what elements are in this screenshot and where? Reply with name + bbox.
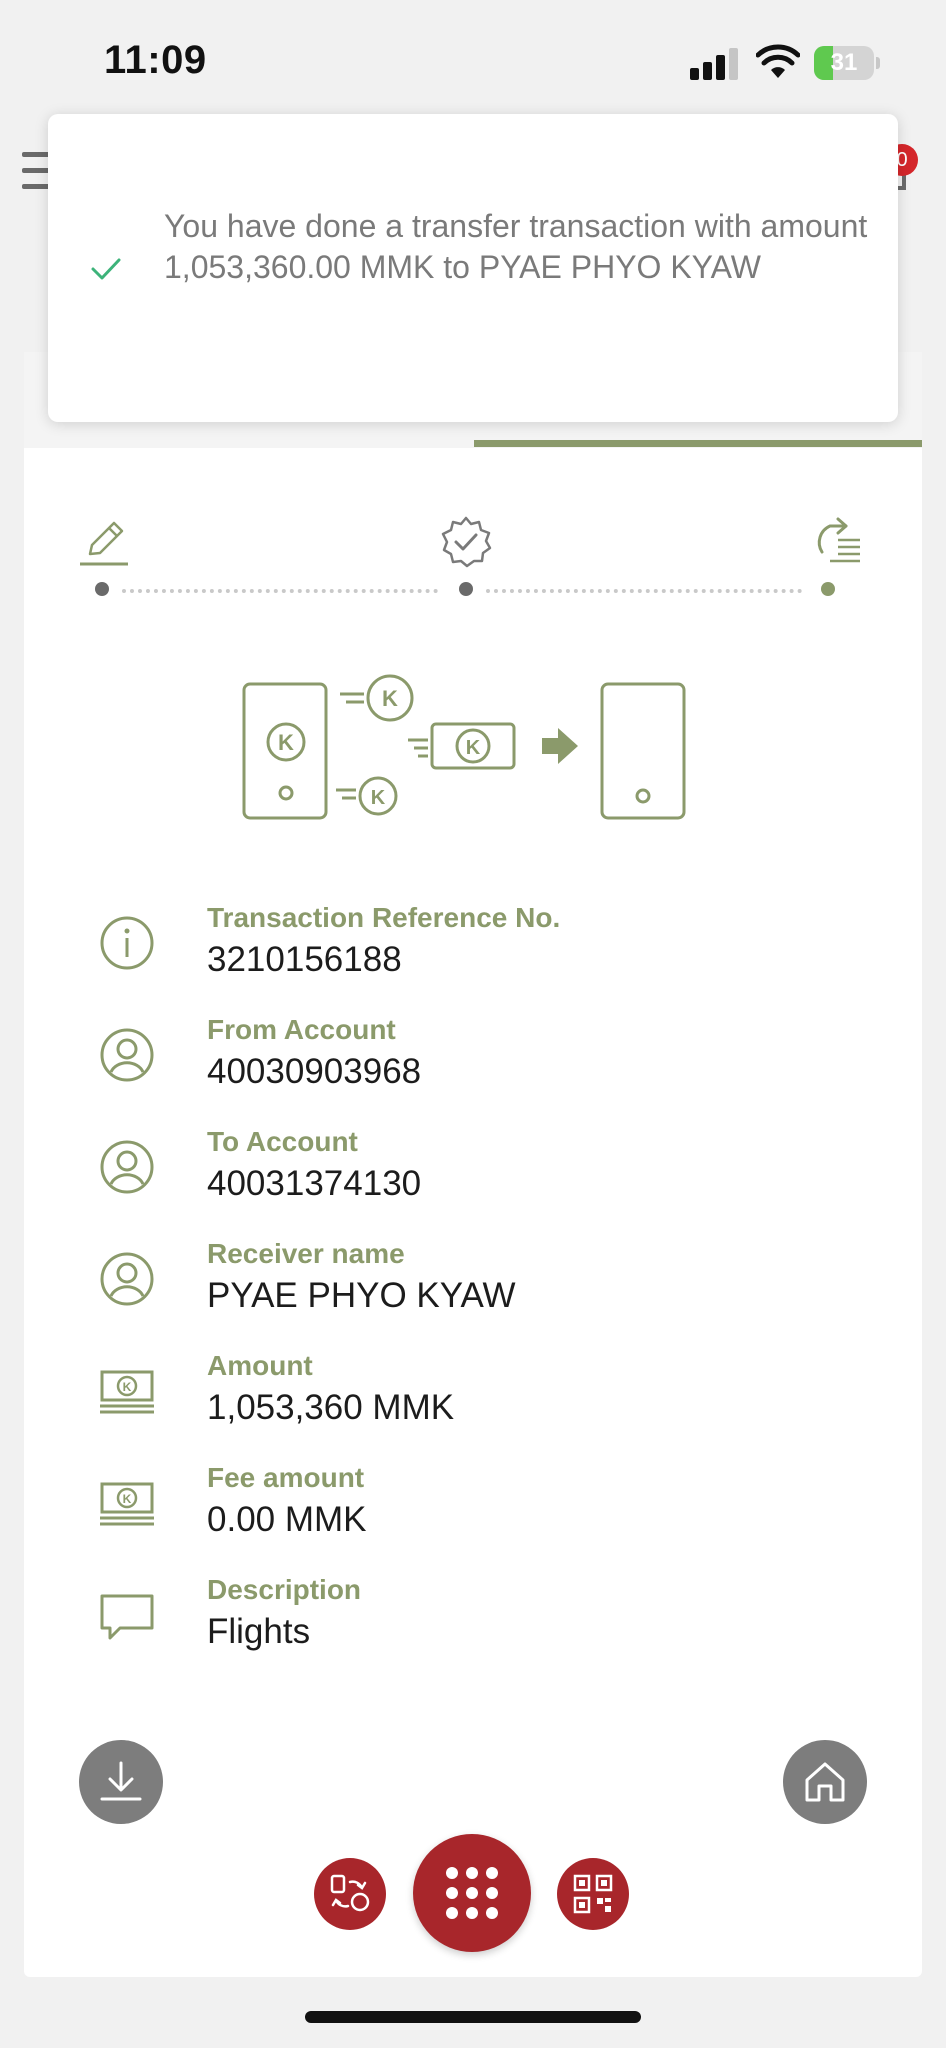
reference-label: Transaction Reference No.	[207, 902, 561, 933]
receiver-name-label: Receiver name	[207, 1238, 405, 1269]
to-account-label: To Account	[207, 1126, 358, 1157]
transfer-icon	[330, 1874, 370, 1912]
home-button[interactable]	[783, 1740, 867, 1824]
success-toast[interactable]: You have done a transfer transaction wit…	[48, 114, 898, 422]
grid-menu-icon	[446, 1867, 498, 1919]
step-connector-2	[486, 589, 802, 593]
step-connector-1	[122, 589, 438, 593]
cellular-signal-icon	[690, 48, 740, 80]
status-time: 11:09	[104, 38, 207, 82]
transfer-button[interactable]	[314, 1858, 386, 1930]
active-tab-indicator	[474, 440, 922, 447]
from-account-value: 40030903968	[207, 1052, 422, 1091]
svg-text:K: K	[466, 737, 481, 759]
transaction-card	[24, 352, 922, 1977]
wifi-icon	[756, 44, 800, 78]
to-account-value: 40031374130	[207, 1164, 422, 1203]
qr-code-icon	[573, 1874, 613, 1914]
transfer-illustration: K K K K	[242, 674, 686, 820]
svg-text:K: K	[123, 1380, 132, 1394]
qr-scan-button[interactable]	[557, 1858, 629, 1930]
amount-value: 1,053,360 MMK	[207, 1388, 455, 1427]
verified-badge-icon	[441, 516, 492, 568]
step-dot-1	[95, 582, 109, 596]
status-bar: 11:09 31	[0, 0, 946, 110]
amount-label: Amount	[207, 1350, 313, 1381]
pencil-icon	[80, 521, 128, 566]
home-indicator[interactable]	[305, 2011, 641, 2023]
main-menu-button[interactable]	[413, 1834, 531, 1952]
reference-value: 3210156188	[207, 940, 402, 979]
comment-icon	[100, 1594, 154, 1640]
user-icon	[100, 1028, 154, 1082]
description-label: Description	[207, 1574, 362, 1605]
svg-text:K: K	[371, 787, 386, 809]
share-list-icon	[817, 517, 860, 563]
step-dot-3	[821, 582, 835, 596]
fee-amount-label: Fee amount	[207, 1462, 365, 1493]
fee-amount-value: 0.00 MMK	[207, 1500, 367, 1539]
money-icon: K	[100, 1370, 154, 1414]
step-dot-2	[459, 582, 473, 596]
battery-level: 31	[830, 49, 858, 76]
user-icon	[100, 1140, 154, 1194]
battery-icon: 31	[814, 46, 880, 80]
download-icon	[100, 1761, 142, 1801]
svg-text:K: K	[382, 686, 398, 711]
money-icon: K	[100, 1482, 154, 1526]
check-icon	[91, 258, 121, 280]
home-icon	[805, 1762, 845, 1802]
download-button[interactable]	[79, 1740, 163, 1824]
description-value: Flights	[207, 1612, 311, 1651]
toast-message: You have done a transfer transaction wit…	[164, 208, 868, 285]
info-icon	[100, 916, 154, 970]
from-account-label: From Account	[207, 1014, 396, 1045]
svg-text:K: K	[278, 730, 294, 755]
svg-text:K: K	[123, 1492, 132, 1506]
user-icon	[100, 1252, 154, 1306]
receiver-name-value: PYAE PHYO KYAW	[207, 1276, 516, 1315]
